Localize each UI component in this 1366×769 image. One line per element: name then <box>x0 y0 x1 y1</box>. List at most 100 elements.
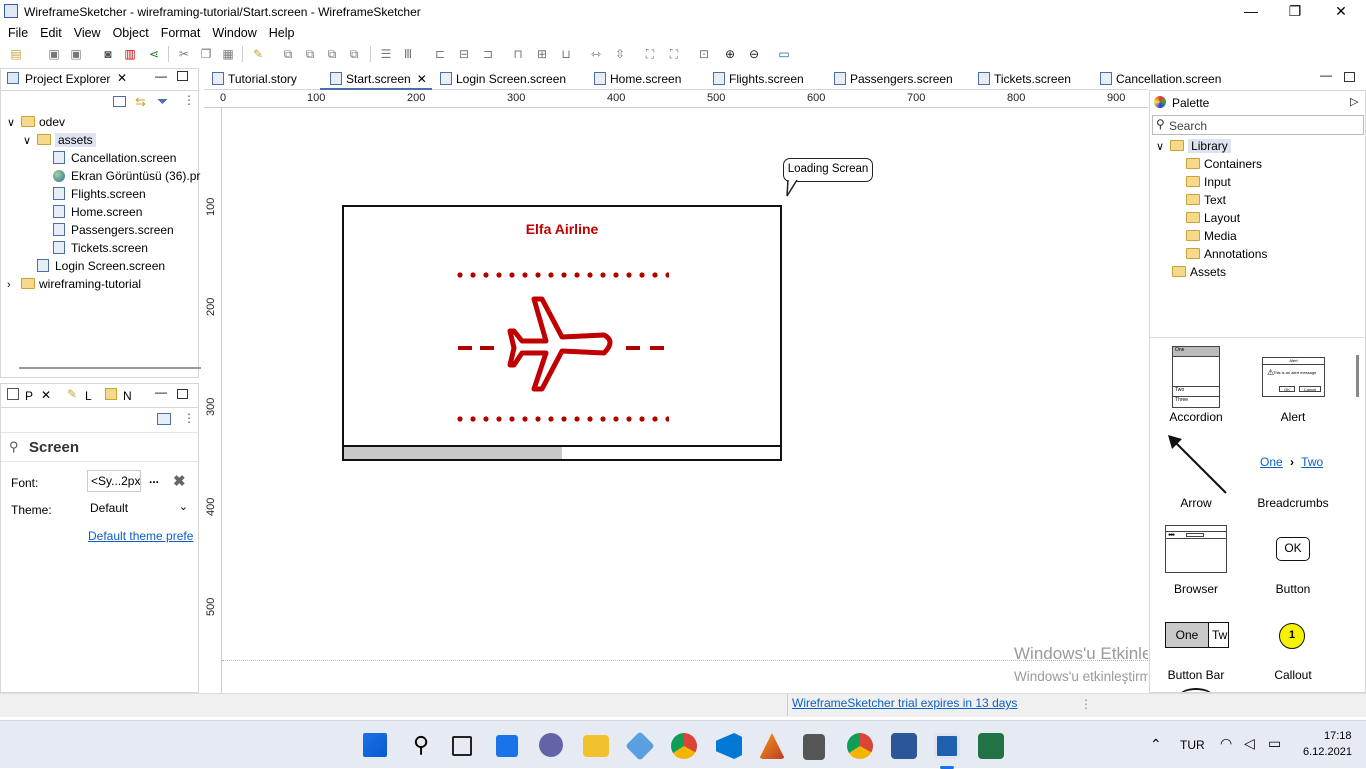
copy-icon[interactable]: ❐ <box>198 46 214 62</box>
palette-folder[interactable]: Text <box>1186 191 1226 209</box>
tree-item[interactable]: Home.screen <box>39 203 142 221</box>
l-tab[interactable]: L <box>85 389 92 403</box>
menu-view[interactable]: View <box>68 24 107 42</box>
wireframe-window[interactable]: Elfa Airline <box>342 205 782 461</box>
align-bottom-icon[interactable]: ⊔ <box>558 46 574 62</box>
assets-node[interactable]: Assets <box>1172 263 1226 281</box>
accordion-widget[interactable]: One Two Three <box>1172 346 1220 408</box>
start-icon[interactable] <box>363 733 387 757</box>
tree-item[interactable]: ∨ odev <box>7 113 65 131</box>
save-all-icon[interactable]: ▣ <box>68 46 84 62</box>
tree-item[interactable]: › wireframing-tutorial <box>7 275 141 293</box>
menu-edit[interactable]: Edit <box>34 24 68 42</box>
horizontal-scrollbar[interactable] <box>19 367 201 369</box>
vscode-icon[interactable] <box>716 733 742 759</box>
distribute-h-icon[interactable]: Ⅲ <box>400 46 416 62</box>
palette-folder[interactable]: Input <box>1186 173 1231 191</box>
pin-icon[interactable] <box>157 413 171 425</box>
chevron-up-icon[interactable]: ⌃ <box>1150 736 1162 753</box>
editor-tab[interactable]: Login Screen.screen <box>440 69 566 89</box>
back-icon[interactable]: ⧉ <box>346 46 362 62</box>
theme-select[interactable]: Default ⌄ <box>87 498 192 520</box>
lock-icon[interactable]: ⊡ <box>696 46 712 62</box>
tree-item[interactable]: Cancellation.screen <box>39 149 176 167</box>
scrollbar-thumb[interactable] <box>344 447 562 459</box>
button-widget[interactable]: OK <box>1276 537 1310 561</box>
callout-widget[interactable]: 1 <box>1279 623 1305 649</box>
menu-object[interactable]: Object <box>107 24 155 42</box>
cut-icon[interactable]: ✂ <box>176 46 192 62</box>
font-browse-button[interactable]: ... <box>149 472 159 486</box>
editor-tab[interactable]: Cancellation.screen <box>1100 69 1221 89</box>
menu-file[interactable]: File <box>2 24 34 42</box>
distribute-v-icon[interactable]: ☰ <box>378 46 394 62</box>
minimize-editor-icon[interactable]: — <box>1320 68 1332 82</box>
search-icon[interactable]: ⚲ <box>408 733 434 759</box>
editor-tab[interactable]: Start.screen ✕ <box>330 69 427 89</box>
chat-icon[interactable] <box>539 733 563 757</box>
font-field[interactable]: <Sy...2px <box>87 470 141 492</box>
wireframesketcher-icon[interactable] <box>934 733 960 759</box>
group-icon[interactable]: ⧉ <box>280 46 296 62</box>
editor-tab[interactable]: Tutorial.story <box>212 69 297 89</box>
palette-scrollbar[interactable] <box>1356 355 1359 397</box>
loading-screen-callout[interactable]: Loading Screan <box>783 158 873 182</box>
breadcrumbs-widget[interactable]: One › Two <box>1260 455 1323 469</box>
menu-window[interactable]: Window <box>206 24 262 42</box>
arrow-widget[interactable] <box>1164 431 1230 497</box>
n-tab[interactable]: N <box>123 389 132 403</box>
palette-folder[interactable]: Annotations <box>1186 245 1267 263</box>
align-middle-icon[interactable]: ⊞ <box>534 46 550 62</box>
word-icon[interactable] <box>891 733 917 759</box>
close-tab-icon[interactable]: ✕ <box>41 388 51 402</box>
battery-icon[interactable]: ▭ <box>1268 735 1281 752</box>
zoom-in-icon[interactable]: ⊕ <box>722 46 738 62</box>
screenshot-icon[interactable]: ◙ <box>100 46 116 62</box>
expand-icon[interactable]: ∨ <box>7 114 21 132</box>
trial-link[interactable]: WireframeSketcher trial expires in 13 da… <box>792 696 1017 710</box>
maximize-view-icon[interactable] <box>177 71 188 81</box>
tree-item[interactable]: Login Screen.screen <box>23 257 165 275</box>
align-left-icon[interactable]: ⊏ <box>432 46 448 62</box>
pdf-export-icon[interactable]: ▥ <box>122 46 138 62</box>
fit-icon[interactable]: ⛶ <box>666 46 682 62</box>
volume-icon[interactable]: ◁ <box>1244 735 1255 752</box>
menu-format[interactable]: Format <box>155 24 207 42</box>
match-width-icon[interactable]: ⇿ <box>588 46 604 62</box>
expand-icon[interactable]: ∨ <box>23 132 37 150</box>
minimize-view-icon[interactable]: — <box>155 69 167 83</box>
tree-item[interactable]: Flights.screen <box>39 185 146 203</box>
language-indicator[interactable]: TUR <box>1180 738 1205 752</box>
link-editor-icon[interactable]: ⇆ <box>135 94 146 110</box>
library-node[interactable]: ∨ Library <box>1156 137 1231 155</box>
editor-tab[interactable]: Flights.screen <box>713 69 804 89</box>
palette-search-input[interactable]: ⚲ Search <box>1152 115 1364 135</box>
tree-item[interactable]: ∨ assets <box>23 131 96 149</box>
wireframe-scrollbar[interactable] <box>344 445 780 459</box>
clear-font-icon[interactable]: ✖ <box>173 472 186 490</box>
view-menu-icon[interactable]: ⋮ <box>183 93 195 107</box>
align-center-icon[interactable]: ⊟ <box>456 46 472 62</box>
match-height-icon[interactable]: ⇳ <box>612 46 628 62</box>
maximize-editor-icon[interactable] <box>1344 72 1355 82</box>
chrome-icon[interactable] <box>671 733 697 759</box>
align-right-icon[interactable]: ⊐ <box>480 46 496 62</box>
zoom-out-icon[interactable]: ⊖ <box>746 46 762 62</box>
widgets-icon[interactable] <box>496 735 518 757</box>
collapse-all-icon[interactable] <box>113 96 126 107</box>
minimize-view-icon[interactable]: — <box>155 385 167 399</box>
tree-item[interactable]: Tickets.screen <box>39 239 148 257</box>
clock-time[interactable]: 17:18 <box>1324 730 1352 742</box>
browser-widget[interactable]: ●●● <box>1165 525 1227 573</box>
maximize-button[interactable]: ❐ <box>1272 0 1318 24</box>
present-icon[interactable]: ▭ <box>776 46 792 62</box>
ungroup-icon[interactable]: ⧉ <box>302 46 318 62</box>
project-explorer-tab[interactable]: Project Explorer <box>25 72 110 86</box>
tree-item[interactable]: Ekran Görüntüsü (36).pr <box>39 167 200 185</box>
paste-icon[interactable]: ▦ <box>220 46 236 62</box>
default-theme-link[interactable]: Default theme prefe <box>88 529 193 543</box>
design-canvas[interactable]: Loading Screan Elfa Airline Windows'u Et… <box>222 108 1148 693</box>
matlab-icon[interactable] <box>759 733 785 759</box>
editor-tab[interactable]: Home.screen <box>594 69 681 89</box>
editor-tab[interactable]: Passengers.screen <box>834 69 953 89</box>
